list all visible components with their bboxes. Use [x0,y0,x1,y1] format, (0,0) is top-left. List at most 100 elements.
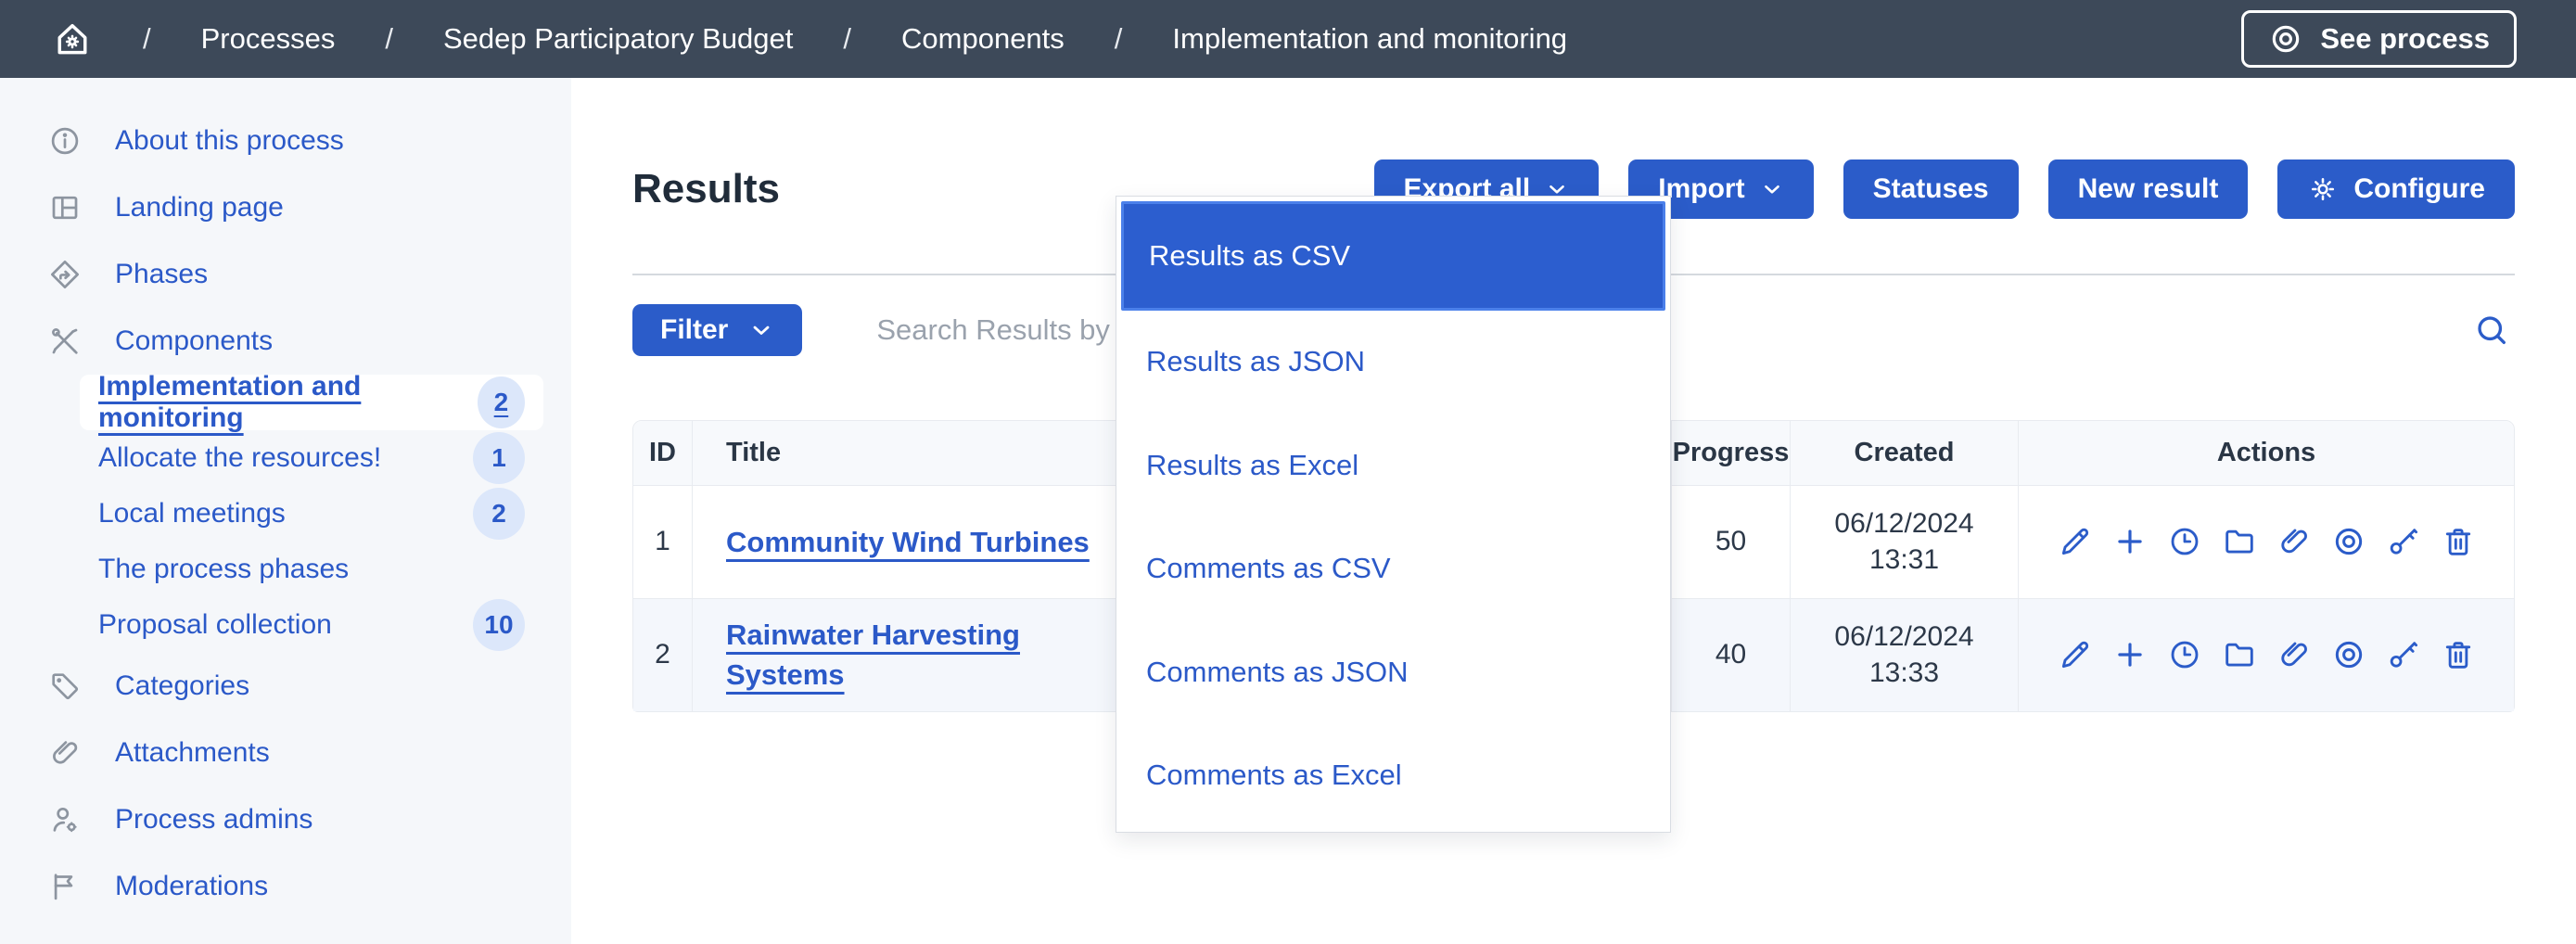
statuses-button[interactable]: Statuses [1843,159,2019,219]
breadcrumb-separator: / [1115,22,1123,56]
subitem-label: Local meetings [98,498,286,529]
row-id: 1 [633,486,693,599]
created-time: 13:31 [1834,542,1973,578]
info-icon [48,124,82,158]
count-badge: 2 [478,376,525,428]
import-label: Import [1658,173,1744,205]
breadcrumb-separator: / [385,22,393,56]
sidebar-item-landing-page[interactable]: Landing page [0,174,571,241]
count-badge: 2 [473,488,525,540]
main-panel: Results Export all Import Statuses New r… [571,78,2576,944]
sidebar-item-moderations[interactable]: Moderations [0,853,571,920]
components-submenu: Implementation and monitoring 2 Allocate… [0,375,571,653]
sidebar-item-about[interactable]: About this process [0,108,571,174]
preview-eye-icon[interactable] [2331,637,2366,672]
menu-item-results-as-json[interactable]: Results as JSON [1121,311,1665,415]
row-actions [2019,599,2514,711]
menu-item-results-as-excel[interactable]: Results as Excel [1121,414,1665,517]
crossed-tools-icon [48,325,82,358]
created-date: 06/12/2024 [1834,619,1973,655]
created-time: 13:33 [1834,655,1973,691]
sidebar-item-label: Process admins [115,804,312,836]
chevron-down-icon [1760,177,1784,201]
sidebar-subitem-the-process-phases[interactable]: The process phases [80,542,543,597]
sidebar-subitem-allocate-the-resources[interactable]: Allocate the resources! 1 [80,430,543,486]
gear-icon [2307,173,2339,205]
folder-icon[interactable] [2222,524,2257,559]
sidebar-item-label: Phases [115,259,208,290]
preview-eye-icon[interactable] [2331,524,2366,559]
sidebar-item-label: Components [115,325,273,357]
layout-icon [48,191,82,224]
column-header-actions: Actions [2019,421,2514,486]
row-created: 06/12/2024 13:31 [1791,486,2019,599]
add-plus-icon[interactable] [2112,524,2148,559]
page-title: Results [632,166,780,212]
breadcrumb-item-processes[interactable]: Processes [201,22,336,56]
sidebar-item-process-admins[interactable]: Process admins [0,786,571,853]
breadcrumb: / Processes / Sedep Participatory Budget… [52,19,1567,59]
see-process-button[interactable]: See process [2241,10,2517,68]
breadcrumb-item-components[interactable]: Components [901,22,1065,56]
breadcrumb-item-current[interactable]: Implementation and monitoring [1172,22,1567,56]
permissions-key-icon[interactable] [2386,637,2421,672]
sidebar-subitem-local-meetings[interactable]: Local meetings 2 [80,486,543,542]
sidebar-item-categories[interactable]: Categories [0,653,571,720]
see-process-label: See process [2320,22,2490,56]
breadcrumb-item-process-name[interactable]: Sedep Participatory Budget [443,22,793,56]
created-date: 06/12/2024 [1834,505,1973,542]
paperclip-icon [48,736,82,770]
edit-pencil-icon[interactable] [2058,637,2093,672]
statuses-label: Statuses [1873,173,1989,205]
sidebar-item-label: Attachments [115,737,270,769]
topbar: / Processes / Sedep Participatory Budget… [0,0,2576,78]
phases-diamond-arrow-icon [48,258,82,291]
filter-button[interactable]: Filter [632,304,802,356]
sidebar-subitem-proposal-collection[interactable]: Proposal collection 10 [80,597,543,653]
sidebar-item-label: Moderations [115,871,268,902]
column-header-progress: Progress [1672,421,1791,486]
subitem-label: Allocate the resources! [98,442,381,474]
row-progress: 40 [1672,599,1791,711]
delete-trash-icon[interactable] [2441,524,2476,559]
sidebar-item-label: About this process [115,125,344,157]
sidebar-item-phases[interactable]: Phases [0,241,571,308]
result-title-link[interactable]: Rainwater Harvesting Systems [726,615,1106,695]
sidebar-item-attachments[interactable]: Attachments [0,720,571,786]
sidebar-item-components[interactable]: Components [0,308,571,375]
menu-item-comments-as-excel[interactable]: Comments as Excel [1121,724,1665,828]
attachment-paperclip-icon[interactable] [2276,524,2312,559]
add-plus-icon[interactable] [2112,637,2148,672]
row-progress: 50 [1672,486,1791,599]
delete-trash-icon[interactable] [2441,637,2476,672]
new-result-button[interactable]: New result [2048,159,2249,219]
export-all-dropdown: Results as CSV Results as JSON Results a… [1116,196,1671,833]
eye-icon [2268,21,2303,57]
menu-item-comments-as-csv[interactable]: Comments as CSV [1121,517,1665,621]
chevron-down-icon [748,317,774,343]
row-created: 06/12/2024 13:33 [1791,599,2019,711]
edit-pencil-icon[interactable] [2058,524,2093,559]
history-clock-icon[interactable] [2167,637,2202,672]
search-icon[interactable] [2468,311,2515,350]
tag-icon [48,670,82,703]
column-header-id: ID [633,421,693,486]
permissions-key-icon[interactable] [2386,524,2421,559]
filter-label: Filter [660,314,728,346]
column-header-created: Created [1791,421,2019,486]
result-title-link[interactable]: Community Wind Turbines [726,522,1090,562]
sidebar: About this process Landing page Phases [0,78,571,944]
menu-item-comments-as-json[interactable]: Comments as JSON [1121,620,1665,724]
history-clock-icon[interactable] [2167,524,2202,559]
subitem-label: The process phases [98,554,349,585]
folder-icon[interactable] [2222,637,2257,672]
home-gear-icon[interactable] [52,19,93,59]
attachment-paperclip-icon[interactable] [2276,637,2312,672]
breadcrumb-separator: / [843,22,851,56]
subitem-label: Proposal collection [98,609,332,641]
flag-icon [48,870,82,903]
sidebar-subitem-implementation-and-monitoring[interactable]: Implementation and monitoring 2 [80,375,543,430]
configure-button[interactable]: Configure [2277,159,2515,219]
count-badge: 1 [473,432,525,484]
menu-item-results-as-csv[interactable]: Results as CSV [1121,201,1665,311]
